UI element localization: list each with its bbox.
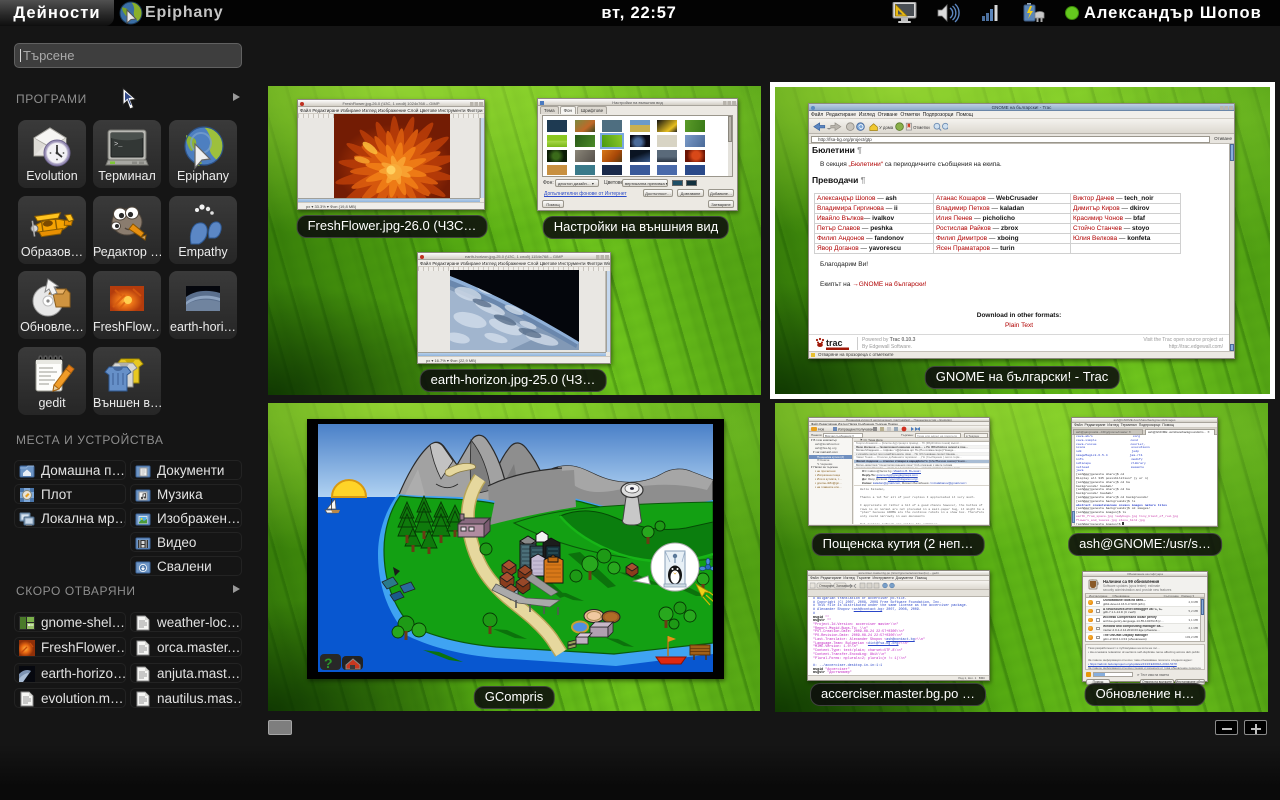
svg-text:?: ? [324,655,333,671]
svg-text:>_: >_ [114,141,123,149]
svg-text:Отметки: Отметки [913,125,930,130]
svg-text:trac: trac [826,338,843,348]
svg-text:Нов: Нов [818,428,824,432]
svg-text:Изпращане/получаване: Изпращане/получаване [838,428,875,432]
svg-text:У дома: У дома [879,125,894,130]
